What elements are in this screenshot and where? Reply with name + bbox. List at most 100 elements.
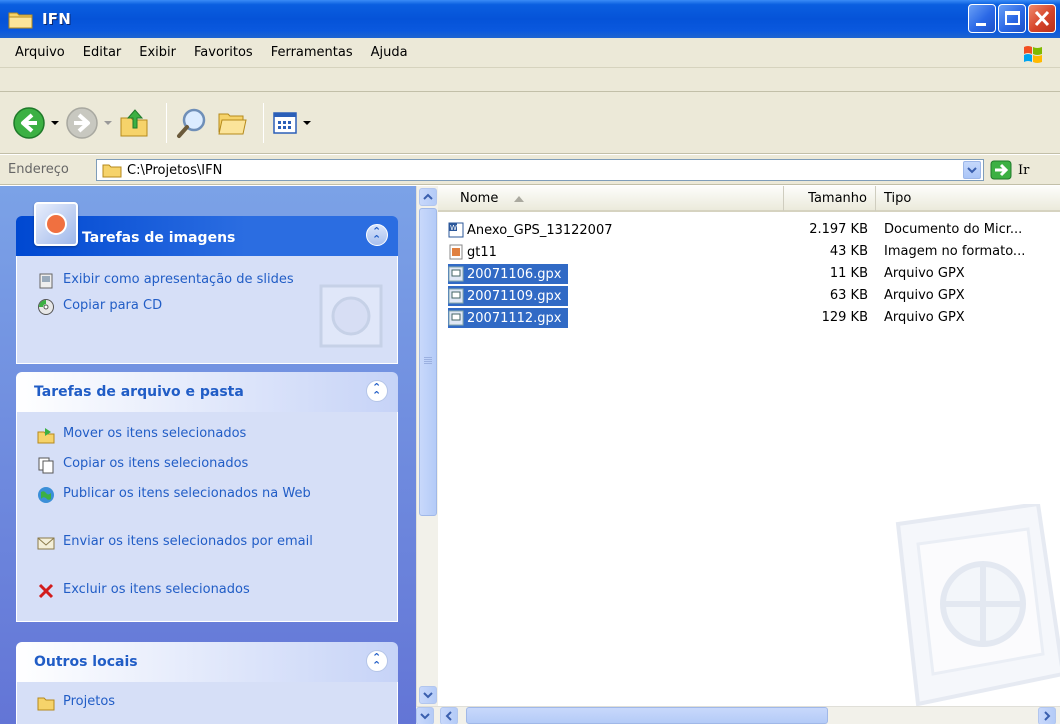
sort-ascending-icon: [514, 195, 525, 202]
chevron-down-icon: [423, 692, 433, 699]
scroll-right-button[interactable]: [1038, 707, 1056, 724]
folder-icon: [37, 694, 55, 712]
search-icon: [177, 108, 206, 138]
image-tasks-title: Tarefas de imagens: [82, 230, 236, 246]
toolbar: [0, 92, 1060, 154]
collapse-button[interactable]: ⌃ ⌃: [366, 380, 388, 402]
task-copy-to-cd[interactable]: Copiar para CD: [37, 298, 353, 316]
file-type: Arquivo GPX: [884, 310, 965, 325]
menu-favoritos[interactable]: Favoritos: [185, 45, 262, 60]
svg-text:W: W: [450, 224, 457, 232]
address-bar: Endereço C:\Projetos\IFN Ir: [0, 155, 1060, 185]
address-input[interactable]: C:\Projetos\IFN: [96, 159, 984, 181]
collapse-button[interactable]: ⌃ ⌃: [366, 650, 388, 672]
file-tasks-title: Tarefas de arquivo e pasta: [34, 384, 244, 400]
chevron-left-icon: [445, 711, 452, 721]
watermark-icon: [319, 284, 383, 348]
file-row[interactable]: 20071112.gpx 129 KB Arquivo GPX: [438, 307, 1060, 329]
chevron-down-icon: [420, 713, 430, 720]
task-delete-items[interactable]: Excluir os itens selecionados: [37, 582, 353, 600]
back-icon: [13, 106, 45, 139]
word-doc-icon: W: [448, 222, 464, 238]
column-tipo[interactable]: Tipo: [876, 186, 1060, 211]
file-size: 43 KB: [829, 244, 868, 259]
forward-icon: [66, 106, 98, 139]
scroll-down-button[interactable]: [419, 686, 437, 704]
collapse-button[interactable]: ⌃ ⌃: [366, 224, 388, 246]
file-size: 11 KB: [829, 266, 868, 281]
minimize-button[interactable]: [968, 4, 996, 33]
move-icon: [37, 426, 55, 444]
chevron-up-icon: ⌃ ⌃: [372, 381, 382, 402]
menu-arquivo[interactable]: Arquivo: [6, 45, 74, 60]
go-button[interactable]: Ir: [990, 160, 1029, 180]
up-folder-icon: [120, 108, 148, 136]
scroll-thumb[interactable]: [419, 208, 437, 516]
file-row[interactable]: 20071106.gpx 11 KB Arquivo GPX: [438, 263, 1060, 285]
file-list[interactable]: Nome Tamanho Tipo W Anexo_GPS_13122007 2…: [438, 186, 1060, 706]
chevron-down-icon: [967, 167, 977, 174]
chevron-up-icon: ⌃ ⌃: [372, 225, 382, 246]
chevron-up-icon: [423, 193, 433, 200]
file-row[interactable]: gt11 43 KB Imagem no formato...: [438, 241, 1060, 263]
task-email-items[interactable]: Enviar os itens selecionados por email: [37, 534, 353, 552]
minimize-icon: [976, 23, 986, 26]
file-name: gt11: [467, 244, 497, 260]
menu-exibir[interactable]: Exibir: [130, 45, 185, 60]
forward-button[interactable]: [65, 103, 112, 143]
email-icon: [37, 534, 55, 552]
close-button[interactable]: [1028, 4, 1056, 33]
file-name: Anexo_GPS_13122007: [467, 222, 613, 238]
maximize-icon: [1005, 11, 1020, 25]
menu-ferramentas[interactable]: Ferramentas: [262, 45, 362, 60]
title-bar[interactable]: IFN: [0, 0, 1060, 38]
file-size: 2.197 KB: [809, 222, 868, 237]
go-label: Ir: [1018, 162, 1030, 178]
task-publish-web[interactable]: Publicar os itens selecionados na Web: [37, 486, 353, 504]
file-name: 20071112.gpx: [467, 310, 562, 326]
chevron-up-icon: ⌃ ⌃: [372, 651, 382, 672]
globe-icon: [37, 486, 55, 504]
task-pane-scrollbar[interactable]: [416, 186, 438, 706]
file-row[interactable]: W Anexo_GPS_13122007 2.197 KB Documento …: [438, 219, 1060, 241]
column-nome[interactable]: Nome: [438, 186, 784, 211]
slideshow-icon: [37, 272, 55, 290]
scroll-thumb[interactable]: [466, 707, 828, 724]
file-type: Arquivo GPX: [884, 266, 965, 281]
task-move-items[interactable]: Mover os itens selecionados: [37, 426, 353, 444]
go-arrow-icon: [990, 160, 1012, 180]
menu-ajuda[interactable]: Ajuda: [362, 45, 417, 60]
file-name: 20071106.gpx: [467, 266, 562, 282]
scroll-left-button[interactable]: [440, 707, 458, 724]
address-dropdown-button[interactable]: [963, 161, 981, 179]
file-type: Documento do Micr...: [884, 222, 1023, 237]
file-type: Arquivo GPX: [884, 288, 965, 303]
file-size: 63 KB: [829, 288, 868, 303]
menu-editar[interactable]: Editar: [74, 45, 131, 60]
file-type: Imagem no formato...: [884, 244, 1026, 259]
up-folder-button[interactable]: [118, 103, 152, 143]
file-tasks-panel: Tarefas de arquivo e pasta ⌃ ⌃ Mover os i…: [16, 372, 398, 622]
other-places-header[interactable]: Outros locais ⌃ ⌃: [16, 642, 398, 682]
search-button[interactable]: [175, 103, 209, 143]
file-name: 20071109.gpx: [467, 288, 562, 304]
column-header: Nome Tamanho Tipo: [438, 186, 1060, 212]
scroll-down-button[interactable]: [416, 707, 434, 724]
task-pane: Tarefas de imagens ⌃ ⌃ Exibir como aprese…: [0, 186, 416, 724]
folders-button[interactable]: [215, 103, 249, 143]
other-places-panel: Outros locais ⌃ ⌃ Projetos: [16, 642, 398, 724]
image-tasks-header[interactable]: Tarefas de imagens ⌃ ⌃: [16, 202, 398, 256]
other-places-title: Outros locais: [34, 654, 138, 670]
place-projetos[interactable]: Projetos: [37, 694, 353, 712]
back-button[interactable]: [12, 103, 59, 143]
scroll-up-button[interactable]: [419, 188, 437, 206]
file-row[interactable]: 20071109.gpx 63 KB Arquivo GPX: [438, 285, 1060, 307]
task-slideshow[interactable]: Exibir como apresentação de slides: [37, 272, 353, 290]
horizontal-scrollbar[interactable]: [416, 706, 1060, 724]
window-title: IFN: [42, 10, 71, 28]
views-button[interactable]: [272, 103, 311, 143]
maximize-button[interactable]: [998, 4, 1026, 33]
file-tasks-header[interactable]: Tarefas de arquivo e pasta ⌃ ⌃: [16, 372, 398, 412]
task-copy-items[interactable]: Copiar os itens selecionados: [37, 456, 353, 474]
column-tamanho[interactable]: Tamanho: [784, 186, 876, 211]
